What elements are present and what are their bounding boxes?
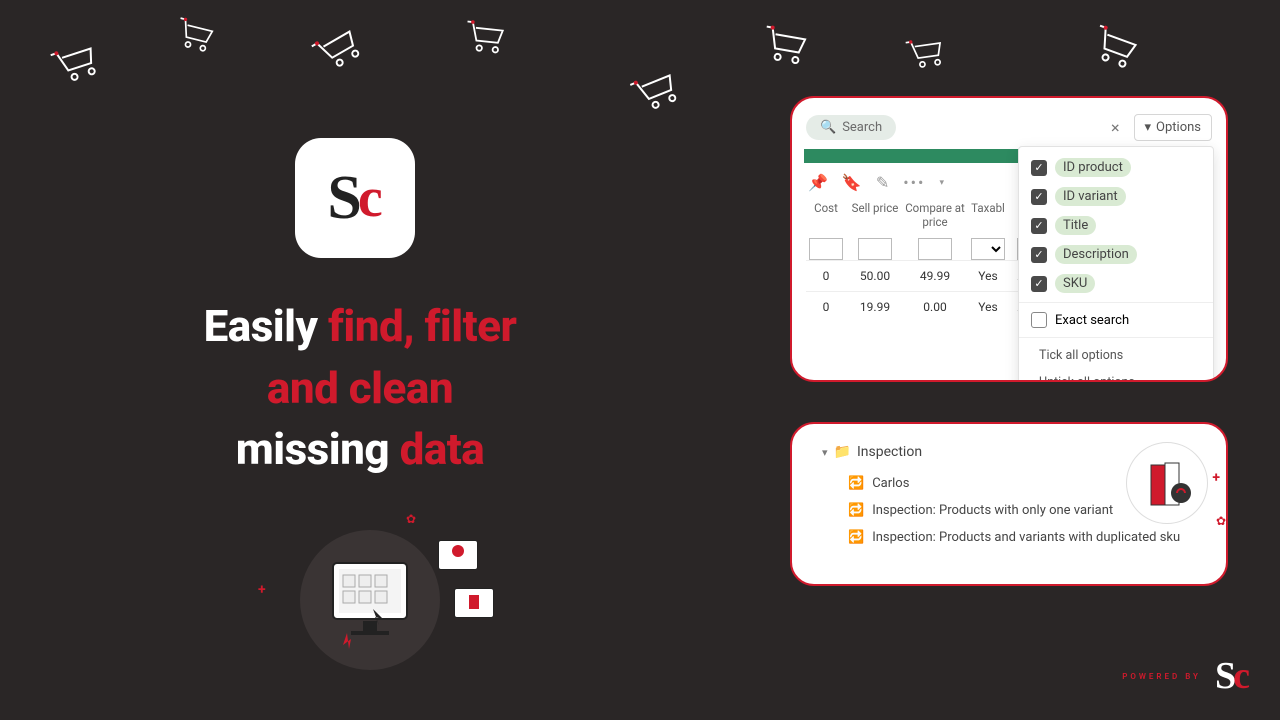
gear-icon: ✿ bbox=[406, 512, 416, 526]
cart-icon bbox=[461, 16, 510, 57]
option-id-variant[interactable]: ✓ID variant bbox=[1019, 182, 1213, 211]
inspection-item[interactable]: 🔁 Inspection: Products and variants with… bbox=[822, 524, 1208, 551]
folder-icon: 📁 bbox=[834, 444, 851, 460]
cart-icon bbox=[1085, 19, 1146, 74]
cart-icon bbox=[45, 35, 105, 88]
option-exact-search[interactable]: Exact search bbox=[1019, 307, 1213, 333]
clear-search-button[interactable]: × bbox=[1105, 118, 1126, 137]
binder-illustration bbox=[1126, 442, 1208, 524]
plus-icon: + bbox=[258, 582, 266, 598]
untick-all-button[interactable]: Untick all options bbox=[1019, 369, 1213, 382]
col-compare[interactable]: Compare at price bbox=[904, 200, 966, 232]
options-button[interactable]: ▾ Options bbox=[1134, 114, 1213, 141]
filter-sell[interactable] bbox=[858, 238, 892, 260]
tag-icon[interactable]: 🔖 bbox=[842, 173, 862, 192]
plus-icon: + bbox=[1212, 470, 1220, 486]
filter-cost[interactable] bbox=[809, 238, 843, 260]
refresh-icon: 🔁 bbox=[848, 530, 864, 545]
footer: POWERED BY Sc bbox=[1122, 654, 1250, 698]
selection-bar bbox=[804, 149, 1026, 163]
footer-logo: Sc bbox=[1215, 654, 1250, 698]
edit-icon[interactable]: ✎ bbox=[876, 173, 889, 192]
refresh-icon: 🔁 bbox=[848, 476, 864, 491]
search-options-dropdown: ✓ID product ✓ID variant ✓Title ✓Descript… bbox=[1018, 146, 1214, 382]
card-deco bbox=[454, 588, 494, 618]
logo-c: c bbox=[358, 166, 383, 230]
option-id-product[interactable]: ✓ID product bbox=[1019, 153, 1213, 182]
tick-all-button[interactable]: Tick all options bbox=[1019, 342, 1213, 369]
refresh-icon: 🔁 bbox=[848, 503, 864, 518]
powered-by-label: POWERED BY bbox=[1122, 672, 1201, 681]
computer-illustration bbox=[300, 530, 440, 670]
headline: Easily find, filter and clean missing da… bbox=[60, 296, 660, 481]
search-placeholder: Search bbox=[842, 120, 882, 135]
filter-icon: ▾ bbox=[1145, 120, 1152, 135]
search-input[interactable]: 🔍 Search bbox=[806, 115, 896, 140]
cart-icon bbox=[305, 18, 368, 78]
more-icon[interactable]: ••• bbox=[903, 173, 925, 192]
gear-icon: ✿ bbox=[1216, 514, 1226, 528]
cart-icon bbox=[170, 12, 219, 55]
chevron-down-icon: ▾ bbox=[822, 446, 828, 459]
filter-compare[interactable] bbox=[918, 238, 952, 260]
col-cost[interactable]: Cost bbox=[806, 200, 846, 232]
col-taxable[interactable]: Taxabl bbox=[966, 200, 1010, 232]
cart-icon bbox=[624, 62, 685, 118]
logo-s: S bbox=[327, 163, 361, 234]
cart-icon bbox=[902, 32, 949, 72]
option-title[interactable]: ✓Title bbox=[1019, 211, 1213, 240]
card-deco bbox=[438, 540, 478, 570]
filter-panel: 🔍 Search × ▾ Options 📌 🔖 ✎ ••• ▾ Cost Sel… bbox=[790, 96, 1228, 382]
search-icon: 🔍 bbox=[820, 120, 836, 135]
option-description[interactable]: ✓Description bbox=[1019, 240, 1213, 269]
pin-icon[interactable]: 📌 bbox=[808, 173, 828, 192]
cart-icon bbox=[757, 20, 813, 68]
brand-logo: S c bbox=[295, 138, 415, 258]
inspection-panel: ▾ 📁 Inspection 🔁 Carlos 🔁 Inspection: Pr… bbox=[790, 422, 1228, 586]
option-sku[interactable]: ✓SKU bbox=[1019, 269, 1213, 298]
col-sell[interactable]: Sell price bbox=[846, 200, 904, 232]
filter-taxable[interactable] bbox=[971, 238, 1005, 260]
